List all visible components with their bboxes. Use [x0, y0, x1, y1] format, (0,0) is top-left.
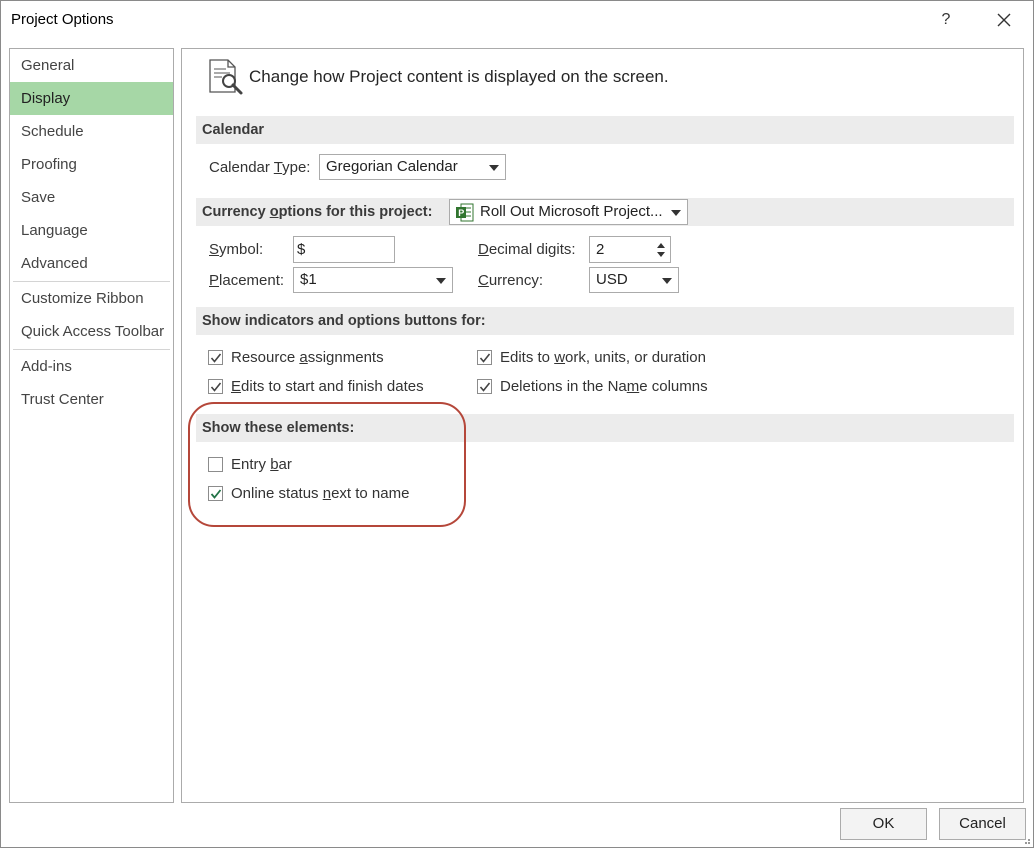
edits-start-finish-checkbox[interactable]: [208, 379, 223, 394]
section-header-indicators: Show indicators and options buttons for:: [196, 307, 1014, 335]
edits-start-finish-label: Edits to start and finish dates: [231, 378, 424, 395]
chevron-down-icon: [662, 278, 672, 284]
calendar-type-dropdown[interactable]: Gregorian Calendar: [319, 154, 506, 180]
decimal-digits-value: 2: [596, 241, 605, 258]
checkmark-icon: [479, 382, 491, 392]
options-nav: General Display Schedule Proofing Save L…: [9, 48, 174, 803]
deletions-name-columns-label: Deletions in the Name columns: [500, 378, 708, 395]
deletions-name-columns-checkbox[interactable]: [477, 379, 492, 394]
nav-item-proofing[interactable]: Proofing: [10, 148, 173, 181]
resource-assignments-checkbox[interactable]: [208, 350, 223, 365]
project-options-dialog: Project Options ? General Display Schedu…: [0, 0, 1034, 848]
nav-item-save[interactable]: Save: [10, 181, 173, 214]
window-title: Project Options: [11, 11, 114, 28]
symbol-label: Symbol:: [209, 241, 264, 258]
spin-up-icon[interactable]: [657, 243, 665, 248]
checkmark-icon: [210, 382, 222, 392]
current-project-value: Roll Out Microsoft Project...: [480, 203, 663, 220]
spin-down-icon[interactable]: [657, 252, 665, 257]
nav-item-advanced[interactable]: Advanced: [10, 247, 173, 280]
highlight-annotation: [188, 402, 466, 527]
ok-button[interactable]: OK: [840, 808, 927, 840]
chevron-down-icon: [436, 278, 446, 284]
decimal-digits-spinner[interactable]: 2: [589, 236, 671, 263]
close-icon: [997, 13, 1011, 27]
calendar-type-label: Calendar Type:: [209, 159, 311, 176]
nav-item-add-ins[interactable]: Add-ins: [10, 350, 173, 383]
svg-text:P: P: [458, 208, 464, 218]
currency-value: USD: [596, 271, 628, 288]
symbol-input[interactable]: $: [293, 236, 395, 263]
decimal-digits-label: Decimal digits:: [478, 241, 576, 258]
nav-item-customize-ribbon[interactable]: Customize Ribbon: [10, 282, 173, 315]
checkmark-icon: [479, 353, 491, 363]
placement-value: $1: [300, 271, 317, 288]
edits-work-units-label: Edits to work, units, or duration: [500, 349, 706, 366]
project-file-icon: P: [456, 203, 474, 222]
calendar-type-value: Gregorian Calendar: [326, 158, 458, 175]
nav-item-display[interactable]: Display: [10, 82, 173, 115]
nav-item-schedule[interactable]: Schedule: [10, 115, 173, 148]
chevron-down-icon: [489, 165, 499, 171]
nav-item-quick-access-toolbar[interactable]: Quick Access Toolbar: [10, 315, 173, 348]
nav-item-trust-center[interactable]: Trust Center: [10, 383, 173, 416]
close-button[interactable]: [987, 5, 1021, 35]
placement-dropdown[interactable]: $1: [293, 267, 453, 293]
section-header-calendar: Calendar: [196, 116, 1014, 144]
currency-dropdown[interactable]: USD: [589, 267, 679, 293]
placement-label: Placement:: [209, 272, 285, 289]
resize-grip-icon[interactable]: [1021, 835, 1031, 845]
page-description: Change how Project content is displayed …: [249, 67, 669, 86]
checkmark-icon: [210, 353, 222, 363]
help-button[interactable]: ?: [931, 5, 961, 35]
nav-item-general[interactable]: General: [10, 49, 173, 82]
cancel-button[interactable]: Cancel: [939, 808, 1026, 840]
currency-label: Currency:: [478, 272, 544, 289]
currency-project-dropdown[interactable]: P Roll Out Microsoft Project...: [449, 199, 688, 225]
title-bar: Project Options ?: [1, 1, 1033, 39]
chevron-down-icon: [671, 210, 681, 216]
page-magnifier-icon: [209, 59, 243, 95]
nav-item-language[interactable]: Language: [10, 214, 173, 247]
edits-work-units-checkbox[interactable]: [477, 350, 492, 365]
resource-assignments-label: Resource assignments: [231, 349, 384, 366]
